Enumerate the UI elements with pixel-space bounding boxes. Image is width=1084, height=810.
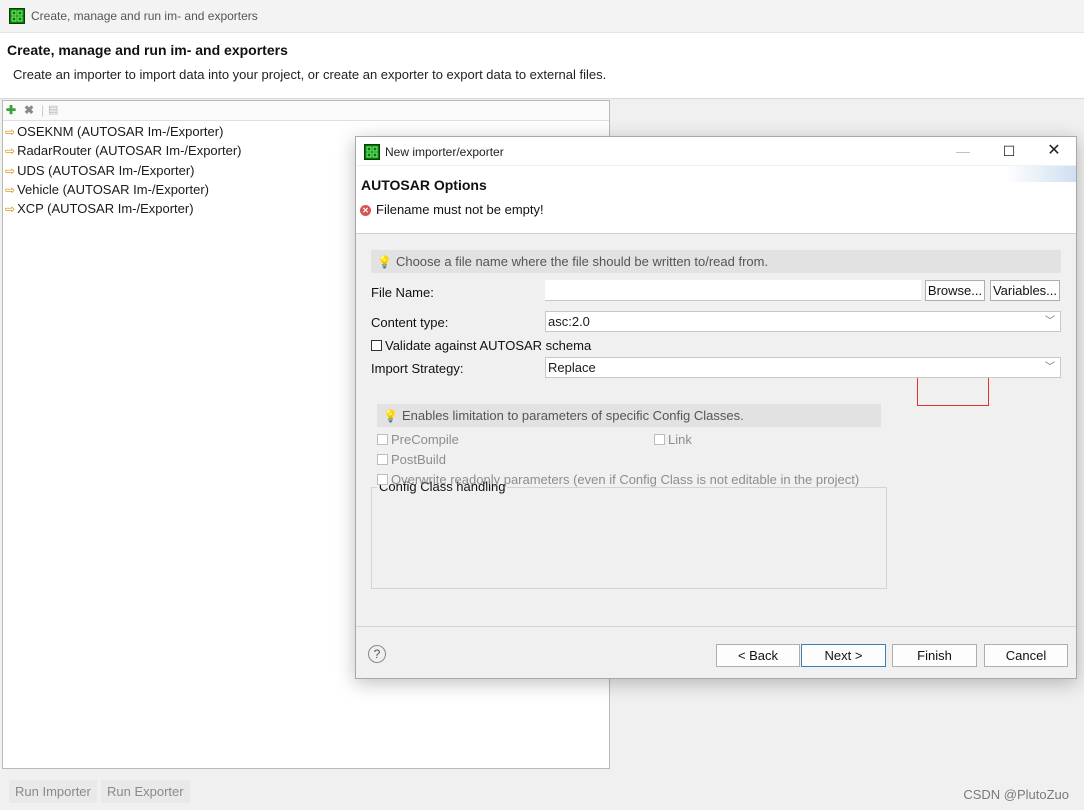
copy-icon[interactable]: ▤: [48, 103, 58, 117]
new-importer-exporter-dialog: New importer/exporter — ☐ ✕ AUTOSAR Opti…: [355, 136, 1077, 679]
content-type-value: asc:2.0: [548, 314, 590, 329]
back-button[interactable]: < Back: [716, 644, 800, 667]
validate-label: Validate against AUTOSAR schema: [385, 338, 592, 353]
arrow-right-icon: ⇨: [5, 144, 16, 159]
chevron-down-icon: ﹀: [1045, 316, 1055, 327]
page-title: Create, manage and run im- and exporters: [7, 42, 288, 58]
file-hint: 💡 Choose a file name where the file shoul…: [371, 250, 1061, 273]
list-item[interactable]: ⇨ RadarRouter (AUTOSAR Im-/Exporter): [5, 141, 242, 160]
checkbox-box[interactable]: [377, 454, 388, 465]
close-icon[interactable]: ✕: [1031, 137, 1077, 165]
dialog-title-bar[interactable]: New importer/exporter — ☐ ✕: [356, 137, 1076, 165]
checkbox-box[interactable]: [377, 434, 388, 445]
dialog-title: New importer/exporter: [385, 145, 504, 159]
list-item-label: RadarRouter (AUTOSAR Im-/Exporter): [17, 143, 242, 159]
variables-button[interactable]: Variables...: [990, 280, 1060, 301]
postbuild-label: PostBuild: [391, 452, 446, 467]
cancel-button[interactable]: Cancel: [984, 644, 1068, 667]
link-label: Link: [668, 432, 692, 447]
config-hint: 💡 Enables limitation to parameters of spe…: [377, 404, 881, 427]
link-checkbox[interactable]: Link: [654, 432, 692, 447]
dialog-footer: ? < Back Next > Finish Cancel: [356, 626, 1076, 679]
app-logo-icon: [9, 8, 25, 24]
list-item-label: Vehicle (AUTOSAR Im-/Exporter): [17, 181, 209, 197]
arrow-right-icon: ⇨: [5, 202, 16, 217]
main-window-title: Create, manage and run im- and exporters: [31, 9, 258, 23]
run-exporter-button[interactable]: Run Exporter: [101, 780, 190, 803]
content-type-label: Content type:: [371, 315, 449, 330]
page-description: Create an importer to import data into y…: [13, 67, 607, 82]
app-logo-icon: [364, 144, 380, 160]
list-item[interactable]: ⇨ UDS (AUTOSAR Im-/Exporter): [5, 161, 242, 180]
finish-button[interactable]: Finish: [892, 644, 977, 667]
maximize-icon[interactable]: ☐: [986, 137, 1032, 165]
watermark: CSDN @PlutoZuo: [963, 787, 1069, 802]
file-name-input[interactable]: [545, 280, 921, 301]
next-button[interactable]: Next >: [801, 644, 886, 667]
lightbulb-icon: 💡: [383, 409, 398, 423]
checkbox-box[interactable]: [654, 434, 665, 445]
minimize-icon[interactable]: —: [940, 137, 986, 165]
precompile-label: PreCompile: [391, 432, 459, 447]
page-header: Create, manage and run im- and exporters…: [0, 33, 1084, 99]
list-item-label: UDS (AUTOSAR Im-/Exporter): [17, 162, 195, 178]
exporter-list: ⇨ OSEKNM (AUTOSAR Im-/Exporter) ⇨ RadarRou…: [5, 122, 242, 218]
overwrite-label: Overwrite readonly parameters (even if C…: [391, 472, 860, 487]
dialog-body: 💡 Choose a file name where the file shoul…: [356, 234, 1076, 626]
file-name-label: File Name:: [371, 285, 434, 300]
content-type-select[interactable]: asc:2.0 ﹀: [545, 311, 1061, 332]
section-title: AUTOSAR Options: [361, 177, 487, 193]
import-strategy-value: Replace: [548, 360, 596, 375]
import-strategy-select[interactable]: Replace ﹀: [545, 357, 1061, 378]
list-item[interactable]: ⇨ Vehicle (AUTOSAR Im-/Exporter): [5, 180, 242, 199]
file-hint-text: Choose a file name where the file should…: [395, 254, 769, 269]
checkbox-box[interactable]: [377, 474, 388, 485]
list-item-label: XCP (AUTOSAR Im-/Exporter): [17, 201, 194, 217]
help-icon[interactable]: ?: [368, 645, 386, 663]
arrow-right-icon: ⇨: [5, 182, 16, 197]
error-message: ✕ Filename must not be empty!: [360, 202, 544, 217]
precompile-checkbox[interactable]: PreCompile: [377, 432, 459, 447]
error-icon: ✕: [360, 205, 371, 216]
delete-icon[interactable]: ✖: [24, 103, 34, 117]
arrow-right-icon: ⇨: [5, 163, 16, 178]
validate-checkbox[interactable]: Validate against AUTOSAR schema: [371, 338, 591, 353]
browse-button[interactable]: Browse...: [925, 280, 985, 301]
checkbox-box[interactable]: [371, 340, 382, 351]
list-item[interactable]: ⇨ OSEKNM (AUTOSAR Im-/Exporter): [5, 122, 242, 141]
overwrite-checkbox[interactable]: Overwrite readonly parameters (even if C…: [377, 472, 859, 487]
dialog-banner: AUTOSAR Options ✕ Filename must not be em…: [356, 166, 1076, 234]
arrow-right-icon: ⇨: [5, 125, 16, 139]
add-icon[interactable]: ✚: [6, 103, 16, 117]
banner-decoration: [1006, 166, 1076, 182]
config-hint-text: Enables limitation to parameters of spec…: [401, 408, 744, 423]
config-class-group: [371, 487, 887, 589]
import-strategy-label: Import Strategy:: [371, 361, 464, 376]
main-title-bar: Create, manage and run im- and exporters: [0, 0, 1084, 33]
toolbar-separator: |: [41, 103, 45, 117]
run-importer-button[interactable]: Run Importer: [9, 780, 97, 803]
list-item[interactable]: ⇨ XCP (AUTOSAR Im-/Exporter): [5, 199, 242, 218]
error-text: Filename must not be empty!: [376, 202, 544, 217]
chevron-down-icon: ﹀: [1045, 362, 1055, 373]
list-item-label: OSEKNM (AUTOSAR Im-/Exporter): [17, 124, 224, 139]
postbuild-checkbox[interactable]: PostBuild: [377, 452, 446, 467]
list-toolbar: ✚ ✖ | ▤: [3, 101, 609, 121]
lightbulb-icon: 💡: [377, 255, 392, 269]
